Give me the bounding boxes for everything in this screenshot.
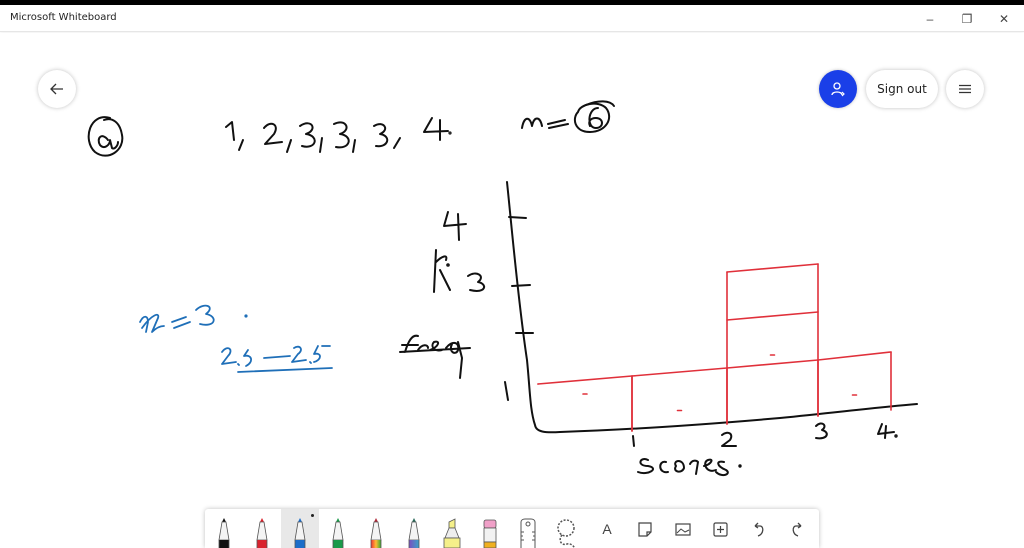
ruler-icon bbox=[515, 516, 541, 548]
highlighter-icon bbox=[439, 516, 465, 548]
lasso-icon bbox=[553, 516, 579, 548]
minimize-button[interactable]: – bbox=[910, 5, 950, 32]
sign-out-label: Sign out bbox=[877, 82, 927, 96]
insert-tool[interactable] bbox=[702, 509, 740, 548]
title-bar: Microsoft Whiteboard – ❐ ✕ bbox=[0, 5, 1024, 32]
close-button[interactable]: ✕ bbox=[984, 5, 1024, 32]
hamburger-menu-icon bbox=[959, 84, 971, 94]
image-icon bbox=[675, 523, 691, 536]
text-tool[interactable]: A bbox=[588, 509, 626, 548]
menu-button[interactable] bbox=[946, 70, 984, 108]
restore-icon: ❐ bbox=[961, 11, 973, 26]
text-icon: A bbox=[602, 521, 612, 537]
tool-pen-green[interactable] bbox=[319, 509, 357, 548]
inking-toolbar: A bbox=[205, 509, 819, 548]
pen-red-icon bbox=[249, 516, 275, 548]
pen-black-icon bbox=[211, 516, 237, 548]
arrow-left-icon bbox=[50, 83, 63, 95]
tool-pen-red[interactable] bbox=[243, 509, 281, 548]
undo-button[interactable] bbox=[740, 509, 778, 548]
sticky-note-icon bbox=[638, 522, 652, 537]
tool-pen-black[interactable] bbox=[205, 509, 243, 548]
redo-icon bbox=[792, 522, 802, 537]
note-tool[interactable] bbox=[626, 509, 664, 548]
image-tool[interactable] bbox=[664, 509, 702, 548]
back-button[interactable] bbox=[38, 70, 76, 108]
restore-button[interactable]: ❐ bbox=[947, 5, 987, 32]
redo-button[interactable] bbox=[778, 509, 816, 548]
selected-indicator bbox=[311, 514, 314, 517]
person-add-icon bbox=[831, 82, 845, 97]
tool-pen-blue[interactable] bbox=[281, 509, 319, 548]
tool-lasso[interactable] bbox=[547, 509, 585, 548]
minimize-icon: – bbox=[926, 11, 934, 26]
insert-icon bbox=[713, 522, 728, 537]
tool-pen-galaxy[interactable] bbox=[395, 509, 433, 548]
tool-highlighter[interactable] bbox=[433, 509, 471, 548]
pen-galaxy-icon bbox=[401, 516, 427, 548]
tool-pen-rainbow[interactable] bbox=[357, 509, 395, 548]
close-icon: ✕ bbox=[998, 11, 1010, 26]
pen-rainbow-icon bbox=[363, 516, 389, 548]
whiteboard-canvas[interactable] bbox=[0, 33, 1024, 548]
pen-green-icon bbox=[325, 516, 351, 548]
pen-blue-icon bbox=[287, 516, 313, 548]
invite-button[interactable] bbox=[819, 70, 857, 108]
app-title: Microsoft Whiteboard bbox=[10, 12, 117, 23]
undo-icon bbox=[754, 522, 764, 537]
eraser-icon bbox=[477, 516, 503, 548]
tool-ruler[interactable] bbox=[509, 509, 547, 548]
tool-eraser[interactable] bbox=[471, 509, 509, 548]
sign-out-button[interactable]: Sign out bbox=[866, 70, 938, 108]
